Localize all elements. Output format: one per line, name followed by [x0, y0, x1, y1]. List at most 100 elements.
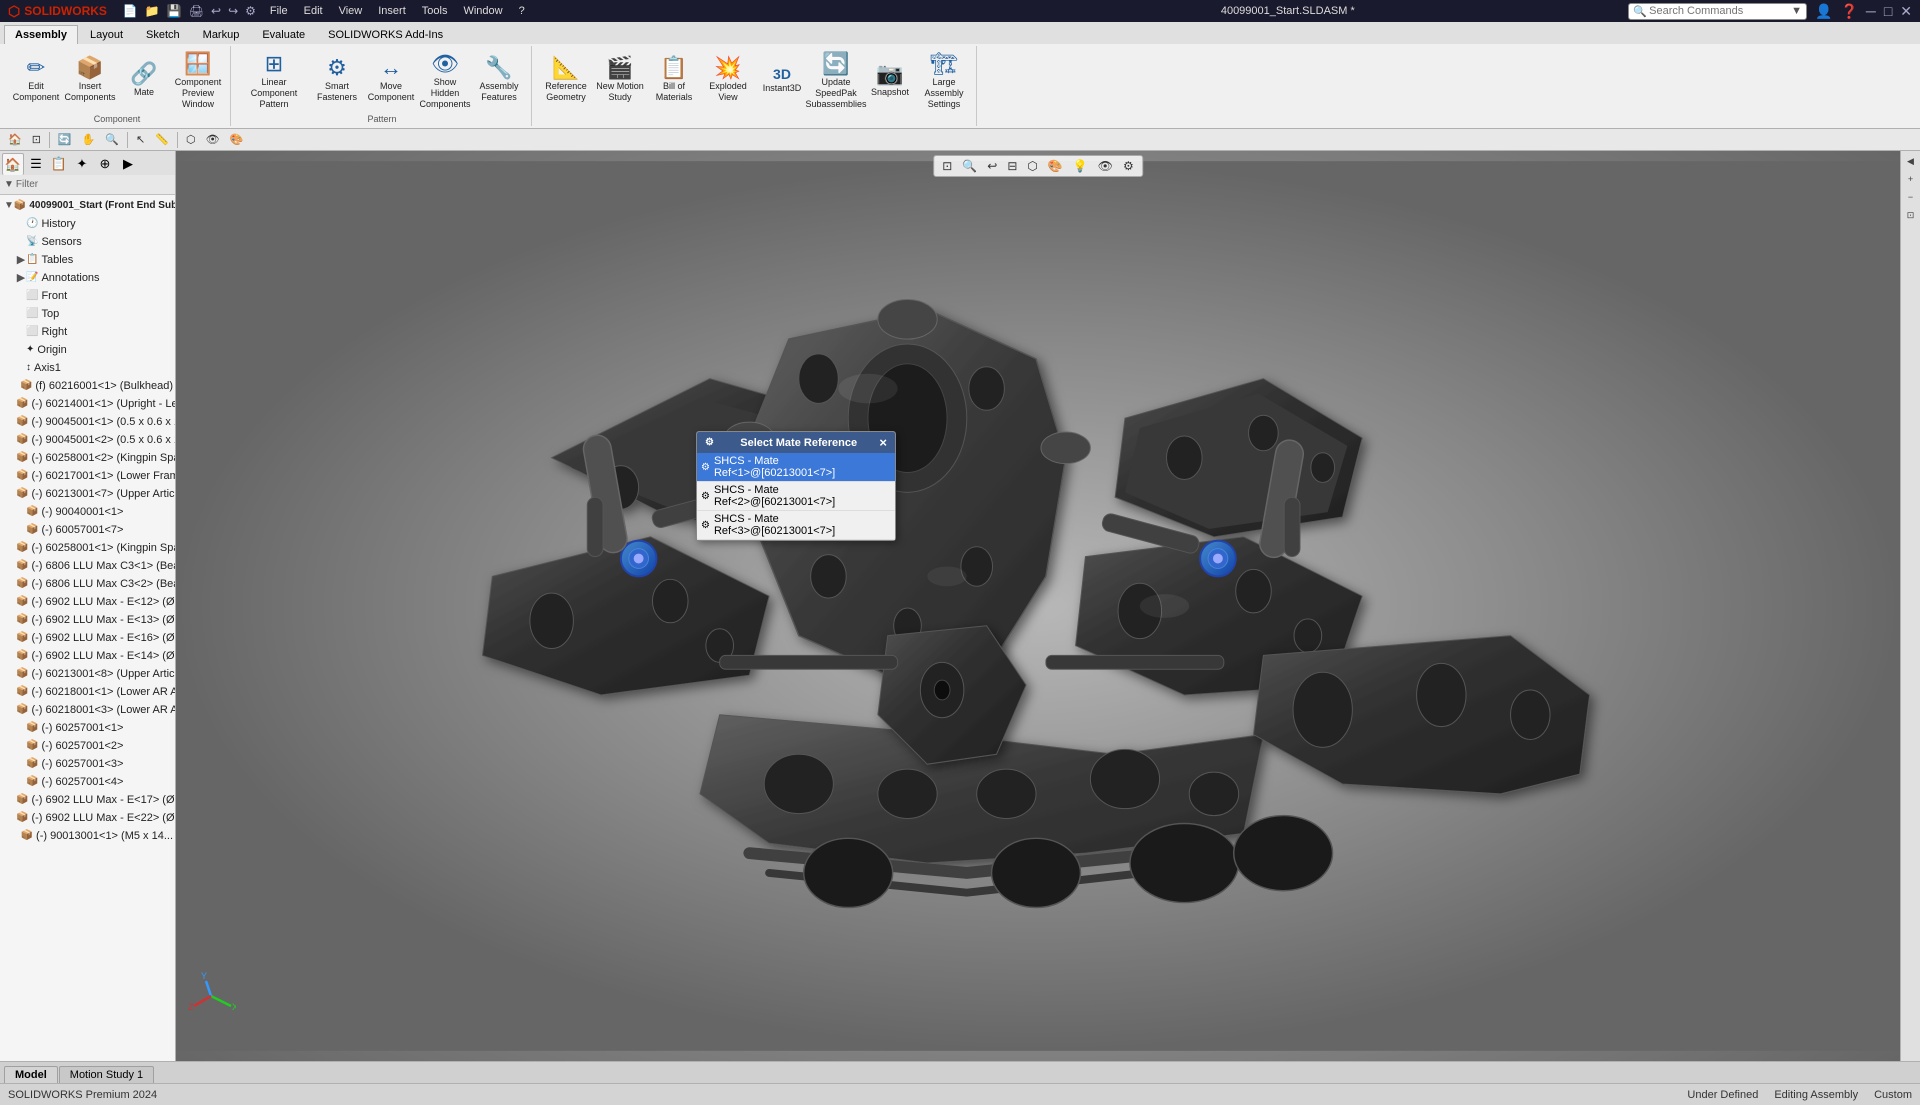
open-btn[interactable]: 📁	[143, 3, 162, 19]
reference-geometry-btn[interactable]: 📐 ReferenceGeometry	[540, 50, 592, 110]
menu-edit[interactable]: Edit	[296, 3, 331, 19]
tree-right[interactable]: ⬜ Right	[0, 323, 175, 341]
tb-appearance[interactable]: 🎨	[226, 132, 248, 147]
tree-expand-annotations[interactable]: ▶	[16, 270, 26, 286]
tree-c26[interactable]: 📦 (-) 90013001<1> (M5 x 14...	[0, 827, 175, 845]
vt-hide[interactable]: 👁	[1094, 157, 1117, 175]
tree-c11[interactable]: 📦 (-) 6806 LLU Max C3<1> (Beari...	[0, 557, 175, 575]
tab-addins[interactable]: SOLIDWORKS Add-Ins	[317, 25, 454, 44]
tree-c9[interactable]: 📦 (-) 60057001<7>	[0, 521, 175, 539]
tree-origin[interactable]: ✦ Origin	[0, 341, 175, 359]
tb-zoom-fit[interactable]: ⊡	[28, 132, 45, 147]
large-assembly-btn[interactable]: 🏗 LargeAssemblySettings	[918, 50, 970, 112]
tree-c5[interactable]: 📦 (-) 60258001<2> (Kingpin Spac...	[0, 449, 175, 467]
tree-c1[interactable]: 📦 (f) 60216001<1> (Bulkhead)	[0, 377, 175, 395]
tree-c17[interactable]: 📦 (-) 60213001<8> (Upper Articu...	[0, 665, 175, 683]
tab-sketch[interactable]: Sketch	[135, 25, 191, 44]
tree-c13[interactable]: 📦 (-) 6902 LLU Max - E<12> (Ø 1...	[0, 593, 175, 611]
bottom-tab-model[interactable]: Model	[4, 1066, 58, 1083]
tb-pan[interactable]: ✋	[78, 132, 100, 147]
tree-history[interactable]: 🕐 History	[0, 215, 175, 233]
tb-hide-show[interactable]: 👁	[202, 132, 224, 147]
tree-c8[interactable]: 📦 (-) 90040001<1>	[0, 503, 175, 521]
mate-dialog-close-btn[interactable]: ×	[879, 436, 887, 449]
vt-zoom-fit[interactable]: ⊡	[938, 157, 956, 175]
tree-front[interactable]: ⬜ Front	[0, 287, 175, 305]
tab-evaluate[interactable]: Evaluate	[251, 25, 316, 44]
vt-previous[interactable]: ↩	[983, 157, 1001, 175]
lp-tab-property[interactable]: ☰	[25, 153, 47, 175]
tree-c3[interactable]: 📦 (-) 90045001<1> (0.5 x 0.6 x 1 E...	[0, 413, 175, 431]
rp-zoom-out[interactable]: −	[1903, 189, 1919, 205]
tree-c23[interactable]: 📦 (-) 60257001<4>	[0, 773, 175, 791]
instant3d-btn[interactable]: 3D Instant3D	[756, 50, 808, 110]
tree-c19[interactable]: 📦 (-) 60218001<3> (Lower AR An...	[0, 701, 175, 719]
vt-display[interactable]: 🎨	[1044, 157, 1067, 175]
tree-c12[interactable]: 📦 (-) 6806 LLU Max C3<2> (Beari...	[0, 575, 175, 593]
vt-3d[interactable]: ⬡	[1023, 157, 1041, 175]
exploded-view-btn[interactable]: 💥 ExplodedView	[702, 50, 754, 110]
tab-markup[interactable]: Markup	[192, 25, 251, 44]
tb-dimension[interactable]: 📏	[151, 132, 173, 147]
tab-layout[interactable]: Layout	[79, 25, 134, 44]
tb-home[interactable]: 🏠	[4, 132, 26, 147]
tree-c25[interactable]: 📦 (-) 6902 LLU Max - E<22> (Ø 1...	[0, 809, 175, 827]
vt-section-view[interactable]: ⊟	[1003, 157, 1021, 175]
lp-tab-display[interactable]: ⊕	[94, 153, 116, 175]
component-preview-btn[interactable]: 🪟 ComponentPreviewWindow	[172, 50, 224, 112]
tree-annotations[interactable]: ▶ 📝 Annotations	[0, 269, 175, 287]
search-dropdown-icon[interactable]: ▼	[1791, 5, 1802, 17]
tree-c16[interactable]: 📦 (-) 6902 LLU Max - E<14> (Ø 1...	[0, 647, 175, 665]
mate-item-3[interactable]: ⚙ SHCS - Mate Ref<3>@[60213001<7>]	[697, 511, 895, 540]
bottom-tab-motion[interactable]: Motion Study 1	[59, 1066, 154, 1083]
update-speedpak-btn[interactable]: 🔄 UpdateSpeedPakSubassemblies	[810, 50, 862, 112]
minimize-btn[interactable]: ─	[1866, 3, 1876, 19]
mate-btn[interactable]: 🔗 Mate	[118, 50, 170, 110]
options-btn[interactable]: ⚙	[243, 3, 258, 19]
menu-insert[interactable]: Insert	[370, 3, 414, 19]
tree-c6[interactable]: 📦 (-) 60217001<1> (Lower Frame...	[0, 467, 175, 485]
tree-tables[interactable]: ▶ 📋 Tables	[0, 251, 175, 269]
tree-c20[interactable]: 📦 (-) 60257001<1>	[0, 719, 175, 737]
insert-components-btn[interactable]: 📦 InsertComponents	[64, 50, 116, 110]
tree-c18[interactable]: 📦 (-) 60218001<1> (Lower AR An...	[0, 683, 175, 701]
rp-expand[interactable]: ◀	[1903, 153, 1919, 169]
lp-tab-dxf[interactable]: ✦	[71, 153, 93, 175]
tree-c2[interactable]: 📦 (-) 60214001<1> (Upright - Lef...	[0, 395, 175, 413]
tree-c24[interactable]: 📦 (-) 6902 LLU Max - E<17> (Ø 1...	[0, 791, 175, 809]
print-btn[interactable]: 🖨	[187, 3, 206, 19]
smart-fasteners-btn[interactable]: ⚙ SmartFasteners	[311, 50, 363, 110]
menu-view[interactable]: View	[331, 3, 371, 19]
tree-expand-root[interactable]: ▼	[4, 198, 14, 214]
tree-c14[interactable]: 📦 (-) 6902 LLU Max - E<13> (Ø 1...	[0, 611, 175, 629]
tree-root[interactable]: ▼ 📦 40099001_Start (Front End Sub Asse..…	[0, 197, 175, 215]
vt-more[interactable]: ⚙	[1119, 157, 1138, 175]
lp-tab-right[interactable]: ▶	[117, 153, 139, 175]
bill-of-materials-btn[interactable]: 📋 Bill ofMaterials	[648, 50, 700, 110]
undo-btn[interactable]: ↩	[209, 3, 223, 19]
lp-tab-feature-tree[interactable]: 🏠	[2, 153, 24, 175]
tree-c21[interactable]: 📦 (-) 60257001<2>	[0, 737, 175, 755]
menu-file[interactable]: File	[262, 3, 296, 19]
tree-top[interactable]: ⬜ Top	[0, 305, 175, 323]
new-motion-study-btn[interactable]: 🎬 New MotionStudy	[594, 50, 646, 110]
linear-pattern-btn[interactable]: ⊞ Linear ComponentPattern	[239, 50, 309, 112]
save-btn[interactable]: 💾	[165, 3, 184, 19]
move-component-btn[interactable]: ↔ MoveComponent	[365, 50, 417, 110]
user-icon[interactable]: 👤	[1815, 3, 1832, 20]
tb-select[interactable]: ↖	[132, 132, 149, 147]
tree-c7[interactable]: 📦 (-) 60213001<7> (Upper Articu...	[0, 485, 175, 503]
maximize-btn[interactable]: □	[1884, 3, 1892, 19]
tb-display-style[interactable]: ⬡	[182, 132, 200, 147]
rp-fit[interactable]: ⊡	[1903, 207, 1919, 223]
tree-c4[interactable]: 📦 (-) 90045001<2> (0.5 x 0.6 x 1 E...	[0, 431, 175, 449]
vt-lighting[interactable]: 💡	[1069, 157, 1092, 175]
menu-window[interactable]: Window	[455, 3, 510, 19]
menu-help[interactable]: ?	[511, 3, 533, 19]
show-hidden-btn[interactable]: 👁 ShowHiddenComponents	[419, 50, 471, 112]
mate-item-2[interactable]: ⚙ SHCS - Mate Ref<2>@[60213001<7>]	[697, 482, 895, 511]
help-icon[interactable]: ❓	[1840, 3, 1857, 20]
tree-axis1[interactable]: ↕ Axis1	[0, 359, 175, 377]
assembly-features-btn[interactable]: 🔧 AssemblyFeatures	[473, 50, 525, 110]
edit-component-btn[interactable]: ✏ EditComponent	[10, 50, 62, 110]
